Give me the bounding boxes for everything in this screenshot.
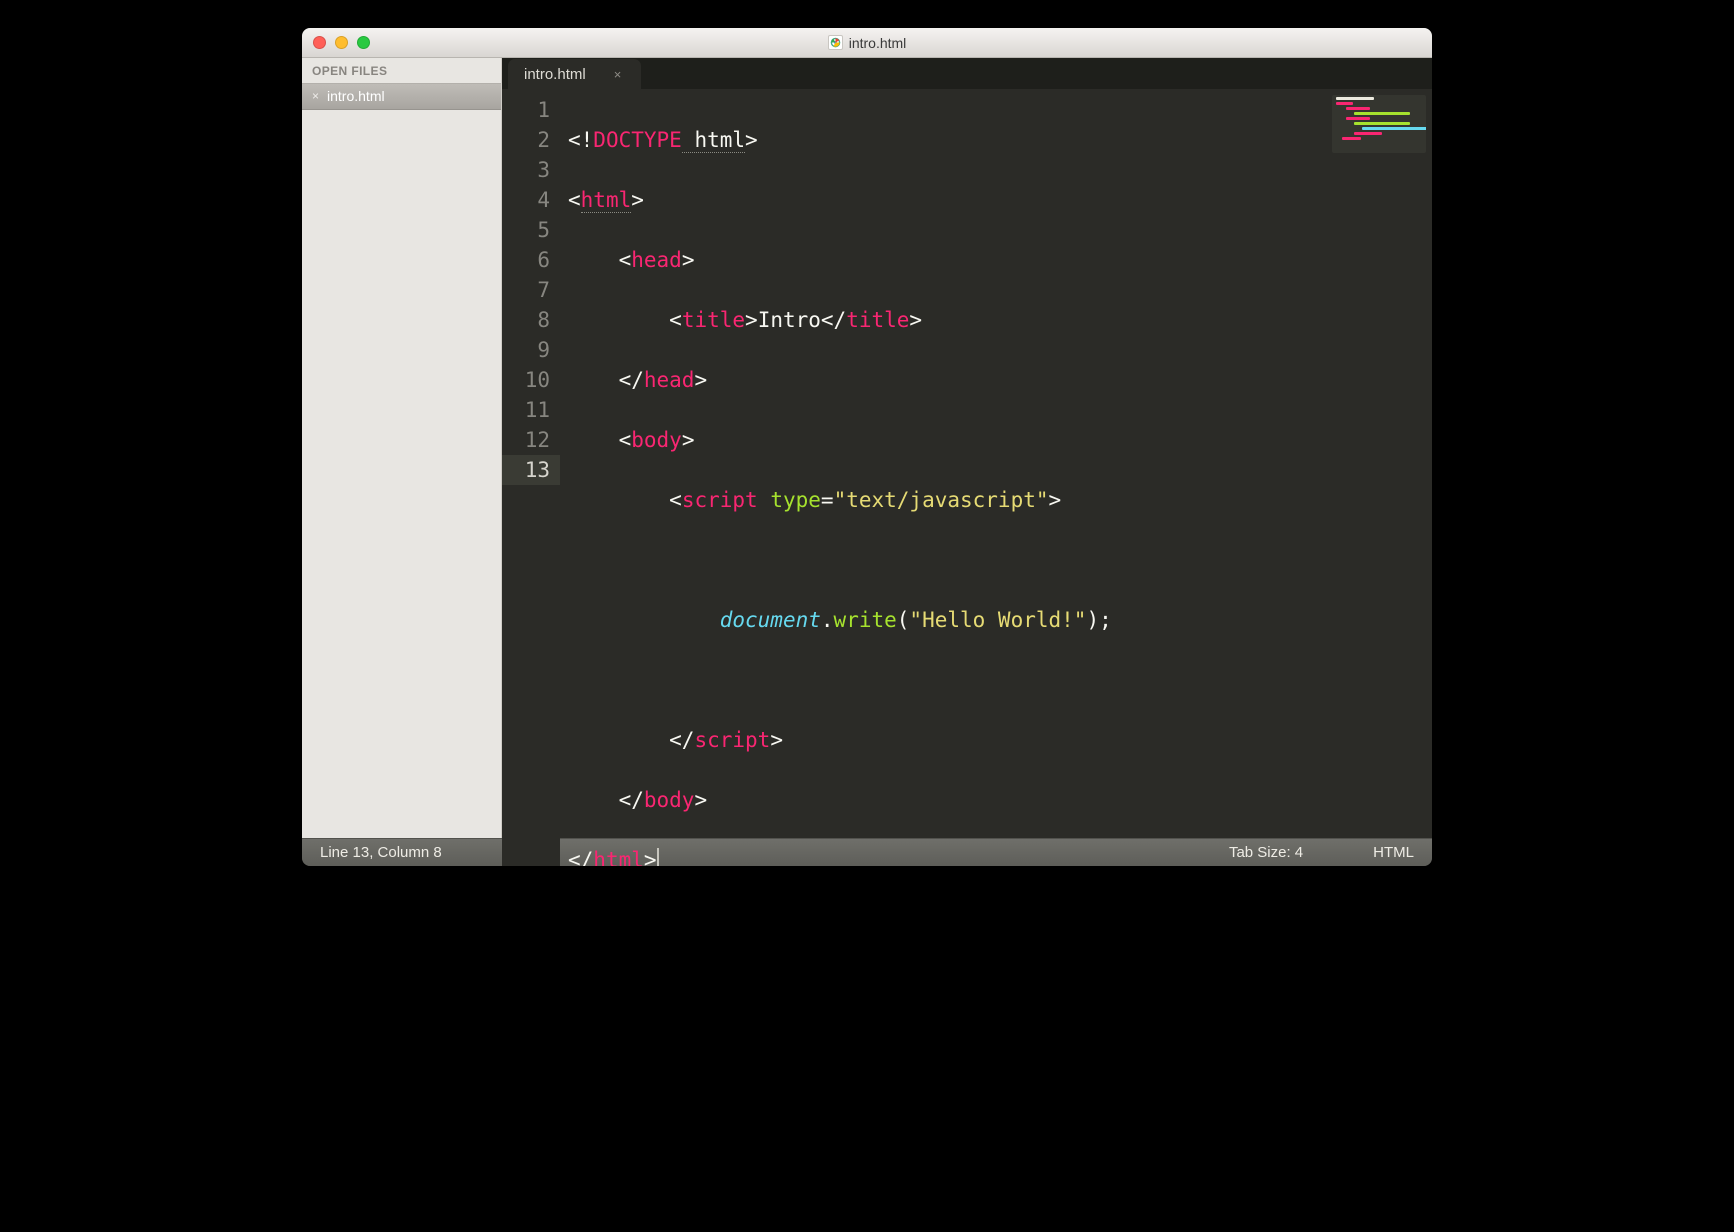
- status-position[interactable]: Line 13, Column 8: [320, 844, 442, 861]
- code-line: </head>: [568, 365, 1432, 395]
- code-line: document.write("Hello World!");: [568, 605, 1432, 635]
- code-line: </html>: [568, 845, 1432, 866]
- code-area[interactable]: 1 2 3 4 5 6 7 8 9 10 11 12 13 <!DOCTYPE …: [502, 89, 1432, 866]
- editor-pane: intro.html × 1 2 3 4 5 6 7 8 9 10 11: [502, 58, 1432, 838]
- code-line: [568, 665, 1432, 695]
- code-line: <title>Intro</title>: [568, 305, 1432, 335]
- code-line: [568, 545, 1432, 575]
- close-file-icon[interactable]: ×: [312, 90, 319, 102]
- code-line: <script type="text/javascript">: [568, 485, 1432, 515]
- code-content[interactable]: <!DOCTYPE html> <html> <head> <title>Int…: [560, 89, 1432, 866]
- cursor: [657, 848, 659, 866]
- editor-window: intro.html OPEN FILES × intro.html intro…: [302, 28, 1432, 866]
- titlebar[interactable]: intro.html: [302, 28, 1432, 58]
- window-controls: [302, 36, 370, 49]
- tab-intro[interactable]: intro.html ×: [508, 59, 641, 90]
- tab-bar: intro.html ×: [502, 58, 1432, 89]
- minimize-icon[interactable]: [335, 36, 348, 49]
- sidebar: OPEN FILES × intro.html: [302, 58, 502, 838]
- zoom-icon[interactable]: [357, 36, 370, 49]
- gutter: 1 2 3 4 5 6 7 8 9 10 11 12 13: [502, 89, 560, 866]
- code-line: <head>: [568, 245, 1432, 275]
- code-line: </body>: [568, 785, 1432, 815]
- open-files-header: OPEN FILES: [302, 58, 501, 83]
- code-line: </script>: [568, 725, 1432, 755]
- window-title-text: intro.html: [849, 35, 907, 51]
- sidebar-item-label: intro.html: [327, 88, 385, 104]
- code-line: <html>: [568, 185, 1432, 215]
- close-icon[interactable]: [313, 36, 326, 49]
- sidebar-item-intro[interactable]: × intro.html: [302, 83, 501, 110]
- close-tab-icon[interactable]: ×: [614, 67, 622, 82]
- code-line: <body>: [568, 425, 1432, 455]
- file-icon: [828, 35, 843, 50]
- tab-label: intro.html: [524, 66, 586, 83]
- minimap[interactable]: [1332, 95, 1426, 153]
- window-title: intro.html: [302, 35, 1432, 51]
- code-line: <!DOCTYPE html>: [568, 125, 1432, 155]
